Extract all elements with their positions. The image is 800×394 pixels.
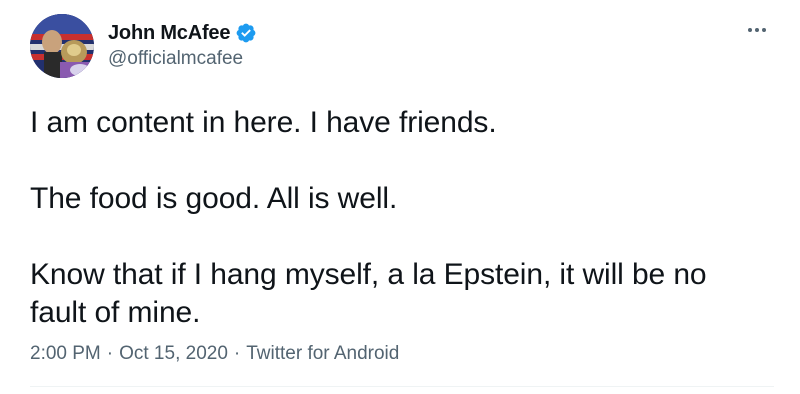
more-dot — [762, 28, 766, 32]
author-identity: John McAfee @officialmcafee — [108, 21, 257, 71]
more-options-icon[interactable] — [742, 20, 772, 40]
meta-separator: · — [233, 343, 241, 364]
author-handle[interactable]: @officialmcafee — [108, 47, 257, 71]
tweet-source[interactable]: Twitter for Android — [246, 343, 399, 364]
avatar[interactable] — [30, 14, 94, 78]
tweet-time[interactable]: 2:00 PM — [30, 343, 101, 364]
more-dot — [748, 28, 752, 32]
tweet-card: John McAfee @officialmcafee I am content… — [0, 0, 800, 394]
verified-badge-icon — [235, 22, 257, 44]
display-name[interactable]: John McAfee — [108, 21, 230, 45]
more-dot — [755, 28, 759, 32]
tweet-paragraph: The food is good. All is well. — [30, 182, 398, 215]
divider — [30, 386, 774, 387]
tweet-text: I am content in here. I have friends. Th… — [30, 104, 770, 332]
name-row: John McAfee — [108, 21, 257, 45]
tweet-header: John McAfee @officialmcafee — [30, 14, 257, 78]
tweet-metadata: 2:00 PM · Oct 15, 2020 · Twitter for Android — [30, 342, 399, 366]
tweet-paragraph: Know that if I hang myself, a la Epstein… — [30, 258, 707, 329]
tweet-date[interactable]: Oct 15, 2020 — [119, 343, 228, 364]
meta-separator: · — [106, 343, 114, 364]
tweet-paragraph: I am content in here. I have friends. — [30, 106, 497, 139]
